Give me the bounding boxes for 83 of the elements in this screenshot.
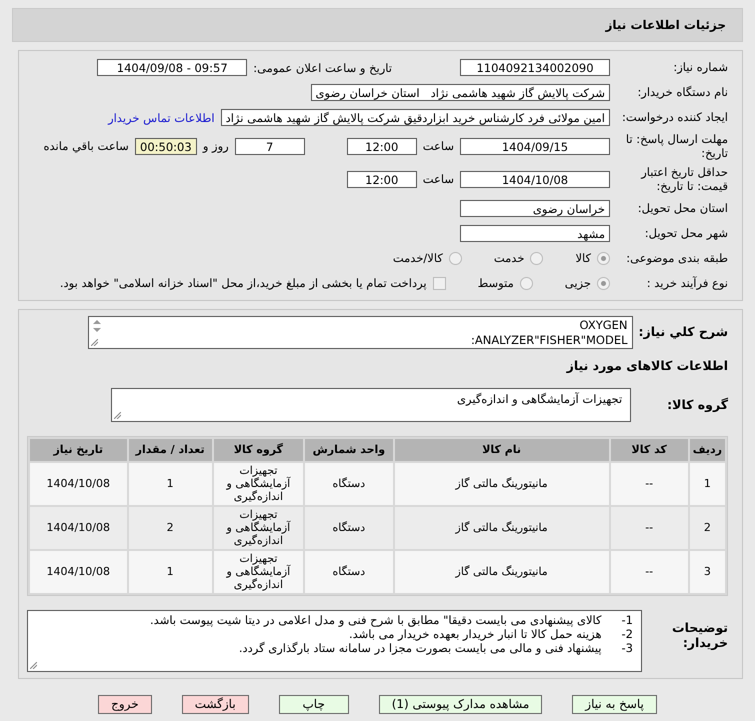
table-cell: دستگاه bbox=[305, 506, 393, 548]
field-label: مهلت ارسال پاسخ: تا تاریخ: bbox=[624, 132, 728, 161]
date-field: 1404/10/08 bbox=[460, 170, 610, 188]
field-label: ساعت bbox=[422, 139, 454, 154]
table-cell: -- bbox=[610, 550, 688, 592]
radio-button[interactable] bbox=[597, 276, 610, 290]
field-label: نام دستگاه خریدار: bbox=[636, 85, 728, 100]
table-cell: -- bbox=[610, 506, 688, 548]
table-cell: 3 bbox=[690, 550, 725, 592]
table-cell: -- bbox=[610, 462, 688, 504]
radio-button[interactable] bbox=[448, 252, 462, 264]
time-field: 12:00 bbox=[346, 170, 417, 188]
action-button[interactable]: چاپ bbox=[278, 694, 349, 714]
table-cell: مانیتورینگ مالتی گاز bbox=[394, 550, 609, 592]
field-label: استان محل تحویل: bbox=[636, 200, 728, 216]
radio-label: کالا/خدمت bbox=[392, 251, 443, 265]
radio-label: جزیی bbox=[564, 276, 591, 290]
column-header: تاریخ نیاز bbox=[30, 438, 127, 460]
column-header: کد کالا bbox=[610, 438, 688, 460]
column-header: واحد شمارش bbox=[305, 438, 393, 460]
field-label: توضیحات خریدار: bbox=[671, 618, 728, 651]
table-cell: دستگاه bbox=[305, 462, 393, 504]
table-cell: دستگاه bbox=[305, 550, 393, 592]
radio-button[interactable] bbox=[520, 276, 533, 290]
table-cell: 1 bbox=[128, 550, 212, 592]
resize-grip-icon[interactable] bbox=[30, 662, 37, 668]
table-cell: تجهیزات آزمایشگاهی و اندازه‌گیری bbox=[214, 462, 304, 504]
table-cell: 2 bbox=[690, 506, 725, 548]
field-label: ساعت bbox=[422, 172, 454, 186]
column-header: نام کالا bbox=[394, 438, 609, 460]
value-field: مشهد bbox=[460, 224, 610, 242]
field-label: شرح کلي نياز: bbox=[638, 324, 728, 340]
field-label: شماره نیاز: bbox=[672, 60, 728, 75]
value-field: خراسان رضوی bbox=[460, 200, 610, 216]
column-header: گروه کالا bbox=[214, 438, 304, 460]
scroll-arrows-icon[interactable] bbox=[92, 318, 102, 332]
table-cell: 1404/10/08 bbox=[30, 462, 127, 504]
action-button[interactable]: پاسخ به نیاز bbox=[572, 694, 657, 714]
field-label: تاریخ و ساعت اعلان عمومی: bbox=[253, 60, 392, 74]
table-cell: 1 bbox=[690, 462, 725, 504]
value-field: امین مولائی فرد کارشناس خرید ابزاردقیق شرکت پالایش گاز شهید هاشمی نژاد bbox=[220, 109, 610, 126]
table-cell: مانیتورینگ مالتی گاز bbox=[394, 506, 609, 548]
field-label: شهر محل تحویل: bbox=[644, 226, 728, 240]
action-button[interactable]: بازگشت bbox=[182, 694, 249, 714]
table-cell: 1404/10/08 bbox=[30, 506, 127, 548]
checkbox-label: پرداخت تمام یا بخشی از مبلغ خرید،از محل "اسناد خزانه اسلامی" خواهد بود. bbox=[60, 276, 427, 290]
description-field: OXYGEN ANALYZER"FISHER"MODEL: bbox=[88, 316, 633, 348]
table-cell: 1 bbox=[128, 462, 212, 504]
page-title: جزئیات اطلاعات نیاز bbox=[12, 8, 743, 42]
field-label: روز و bbox=[202, 139, 229, 154]
field-label: گروه کالا: bbox=[667, 396, 728, 412]
table-cell: تجهیزات آزمایشگاهی و اندازه‌گیری bbox=[214, 506, 304, 548]
section-title: اطلاعات کالاهای مورد نیاز bbox=[566, 358, 728, 372]
action-button[interactable]: مشاهده مدارک پیوستی (1) bbox=[378, 694, 542, 714]
table-cell: 2 bbox=[128, 506, 212, 548]
radio-label: متوسط bbox=[478, 276, 514, 290]
field-label: ساعت باقي مانده bbox=[44, 139, 129, 154]
value-field: 1404/09/08 - 09:57 bbox=[97, 59, 248, 76]
field-label: حداقل تاریخ اعتبار قیمت: تا تاریخ: bbox=[640, 164, 728, 194]
goods-group-field: تجهیزات آزمایشگاهی و اندازه‌گیری bbox=[111, 388, 632, 422]
column-header: ردیف bbox=[690, 438, 725, 460]
field-label: طبقه بندی موضوعی: bbox=[625, 250, 728, 266]
table-cell: تجهیزات آزمایشگاهی و اندازه‌گیری bbox=[214, 550, 304, 592]
action-button[interactable]: خروج bbox=[98, 694, 152, 714]
date-field: 1404/09/15 bbox=[460, 138, 610, 155]
contact-link[interactable]: اطلاعات تماس خریدار bbox=[108, 110, 215, 124]
field-label: ایجاد کننده درخواست: bbox=[621, 110, 728, 125]
column-header: تعداد / مقدار bbox=[128, 438, 212, 460]
radio-button[interactable] bbox=[530, 252, 544, 264]
days-field: 7 bbox=[234, 138, 305, 155]
resize-grip-icon[interactable] bbox=[114, 412, 122, 418]
checkbox[interactable] bbox=[432, 276, 446, 290]
table-cell: مانیتورینگ مالتی گاز bbox=[394, 462, 609, 504]
resize-grip-icon[interactable] bbox=[90, 338, 98, 346]
radio-label: خدمت bbox=[494, 251, 524, 265]
table-cell: 1404/10/08 bbox=[30, 550, 127, 592]
countdown-field: 00:50:03 bbox=[134, 138, 197, 155]
time-field: 12:00 bbox=[346, 138, 417, 155]
radio-label: کالا bbox=[575, 251, 591, 265]
radio-button[interactable] bbox=[597, 252, 610, 264]
field-label: نوع فرآیند خرید : bbox=[646, 276, 728, 290]
value-field: 1104092134002090 bbox=[460, 59, 610, 76]
value-field: شرکت پالایش گاز شهید هاشمی نژاد استان خراسان رضوی bbox=[310, 84, 610, 101]
